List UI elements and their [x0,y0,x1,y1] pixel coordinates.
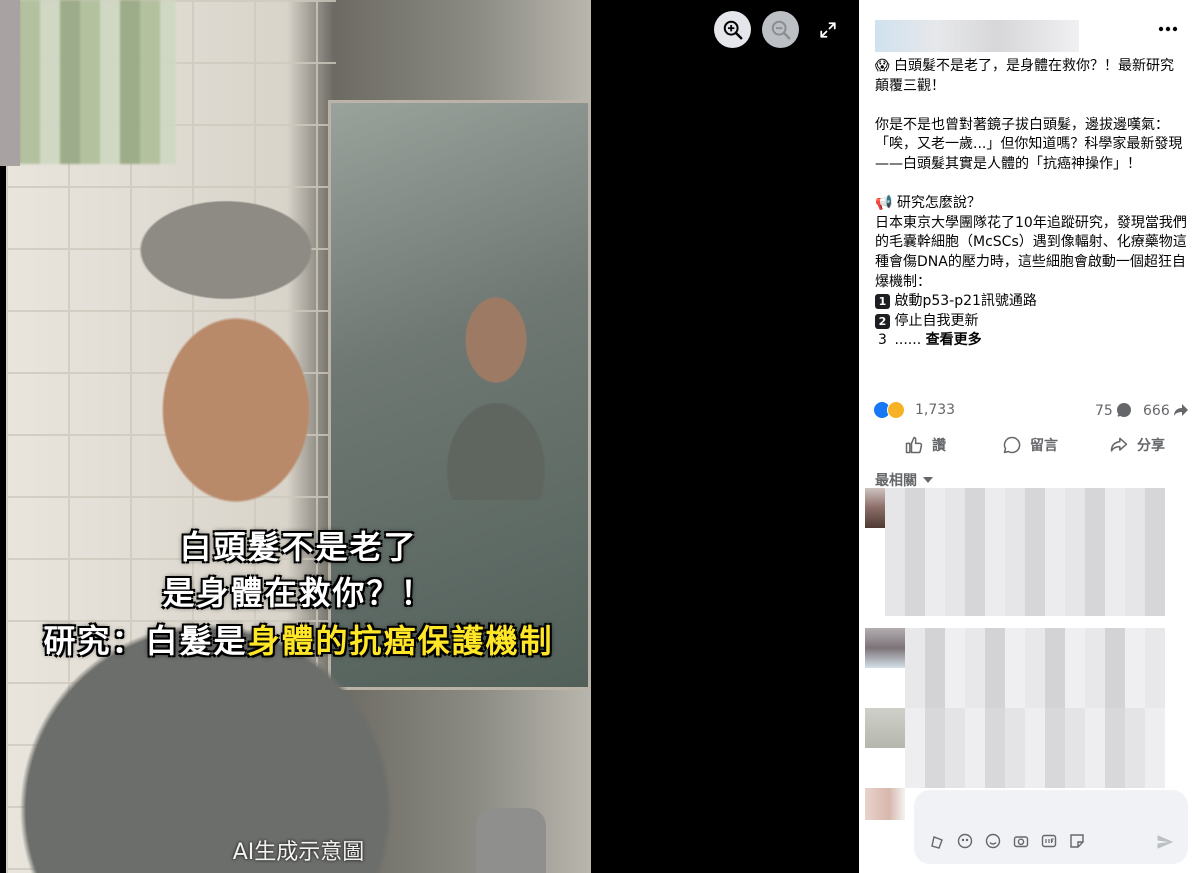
comment-avatar [865,628,905,668]
emoji-button[interactable] [984,832,1002,850]
list-item-3: ...... [890,332,926,349]
share-button[interactable]: 分享 [1109,433,1165,457]
fullscreen-button[interactable] [812,11,844,48]
like-button[interactable]: 讚 [904,433,946,457]
list-number-1: 1 [875,294,890,310]
more-icon [1158,26,1178,32]
reaction-icons[interactable] [873,401,909,421]
sticker-button[interactable] [1068,832,1086,850]
scream-emoji: 😱 [875,58,890,74]
post-text: 😱 白頭髮不是老了，是身體在救你？！最新研究顛覆三觀！ 你是不是也曾對著鏡子拔白… [875,57,1187,351]
send-icon [1157,835,1174,849]
zoom-out-icon [771,20,790,39]
share-count[interactable]: 666 [1143,402,1189,419]
share-count-value: 666 [1143,403,1170,419]
comment-icon [1003,436,1021,454]
list-item-1: 啟動p53-p21訊號通路 [890,293,1037,310]
see-more-link[interactable]: 查看更多 [926,332,982,348]
avatar-sticker-icon [931,836,943,849]
comment-sort-dropdown[interactable]: 最相關 [875,470,933,490]
list-number-2: 2 [875,313,890,329]
sort-label: 最相關 [875,473,917,489]
effects-button[interactable] [956,832,974,850]
list-item-2: 停止自我更新 [890,312,979,329]
post-headline: 白頭髮不是老了，是身體在救你？！最新研究顛覆三觀！ [875,58,1175,94]
fullscreen-icon [820,21,836,38]
comment-input[interactable] [926,796,1156,816]
zoom-in-button[interactable] [714,11,751,48]
caption-line-3-highlight: 身體的抗癌保護機制 [247,622,554,660]
man-figure [6,160,506,873]
post-paragraph-3: 日本東京大學團隊花了10年追蹤研究，發現當我們的毛囊幹細胞（McSCs）遇到像輻… [875,214,1187,290]
blurred-author-name[interactable] [875,20,1079,52]
comment-label: 留言 [1030,438,1058,454]
list-number-3: 3 [878,332,887,349]
like-label: 讚 [932,438,946,454]
comment-count-value: 75 [1095,403,1113,419]
camera-icon [1013,836,1029,848]
comment-avatar [865,708,905,748]
share-icon [1110,437,1128,452]
blurred-strip [0,0,20,166]
current-user-avatar [865,788,905,820]
megaphone-emoji: 📢 [875,195,893,212]
send-button[interactable] [1156,833,1176,853]
comment-body [885,488,1165,616]
caption-line-1: 白頭髮不是老了 [179,528,418,566]
gif-button[interactable] [1040,832,1058,850]
comment-composer [914,790,1188,864]
caption-line-3-plain: 研究：白髮是 [43,622,248,660]
avatar-sticker-button[interactable] [928,832,946,850]
reaction-count[interactable]: 1,733 [915,402,955,418]
chevron-down-icon [923,477,933,483]
comment-count[interactable]: 75 [1095,402,1132,419]
zoom-out-button[interactable] [762,11,799,48]
share-arrow-icon [1173,404,1188,416]
comment-bubble-icon [1116,403,1131,417]
comment-body [905,708,1165,788]
share-label: 分享 [1137,438,1165,454]
ai-generated-note: AI生成示意圖 [232,840,365,865]
effects-icon [957,833,973,849]
photo-viewer: 白頭髮不是老了 是身體在救你？！ 研究：白髮是身體的抗癌保護機制 AI生成示意圖 [0,0,859,873]
camera-button[interactable] [1012,832,1030,850]
post-section-title: 研究怎麼說？ [892,195,981,212]
emoji-icon [985,833,1001,849]
caption-line-2: 是身體在救你？！ [162,574,435,612]
comment-body [905,628,1165,708]
zoom-in-icon [723,20,742,39]
caption-line-3: 研究：白髮是身體的抗癌保護機制 [6,616,591,662]
post-actions: 讚 留言 分享 [859,430,1194,460]
blurred-avatar-overlay [0,0,176,164]
post-paragraph-2: 你是不是也曾對著鏡子拔白頭髮，邊拔邊嘆氣：「唉，又老一歲...」但你知道嗎？科學… [875,116,1183,172]
post-side-panel: 😱 白頭髮不是老了，是身體在救你？！最新研究顛覆三觀！ 你是不是也曾對著鏡子拔白… [859,0,1194,873]
comment-button[interactable]: 留言 [1002,433,1058,457]
sticker-icon [1070,834,1084,848]
wow-reaction-icon [887,401,905,419]
reactions-bar: 1,733 75 666 [873,400,1191,422]
composer-tools [928,832,1086,852]
gif-icon [1041,834,1057,848]
more-options-button[interactable] [1154,17,1182,41]
thumbs-up-icon [905,436,923,454]
